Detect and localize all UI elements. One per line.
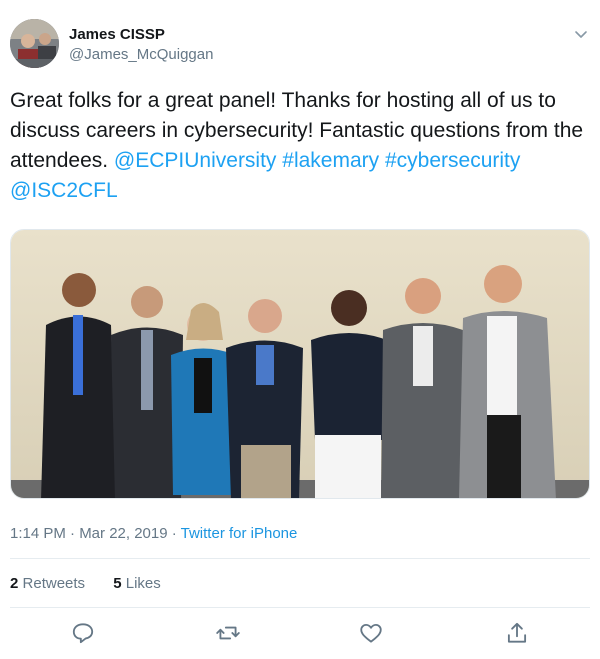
retweet-icon[interactable]: [215, 620, 241, 646]
tweet-card: James CISSP @James_McQuiggan Great folks…: [0, 0, 600, 659]
retweets-count: 2: [10, 575, 19, 592]
likes-label: Likes: [125, 575, 161, 592]
tweet-text: Great folks for a great panel! Thanks fo…: [10, 86, 590, 206]
likes-count: 5: [113, 575, 122, 592]
retweets-label: Retweets: [22, 575, 86, 592]
share-icon[interactable]: [504, 620, 530, 646]
author-display-name[interactable]: James CISSP: [69, 25, 213, 45]
tweet-timestamp[interactable]: 1:14 PM · Mar 22, 2019 ·: [10, 525, 181, 542]
tweet-actions: [0, 620, 600, 648]
tweet-meta: 1:14 PM · Mar 22, 2019 · Twitter for iPh…: [10, 524, 297, 544]
mention-ecpi-university[interactable]: @ECPIUniversity: [114, 149, 277, 172]
retweets-stat[interactable]: 2 Retweets: [10, 574, 85, 594]
divider: [10, 607, 590, 608]
divider: [10, 558, 590, 559]
hashtag-lakemary[interactable]: #lakemary: [282, 149, 379, 172]
author-handle[interactable]: @James_McQuiggan: [69, 45, 213, 65]
hashtag-cybersecurity[interactable]: #cybersecurity: [385, 149, 520, 172]
author-info: James CISSP @James_McQuiggan: [69, 25, 213, 65]
tweet-photo[interactable]: [10, 229, 590, 499]
likes-stat[interactable]: 5 Likes: [113, 574, 161, 594]
mention-isc2cfl[interactable]: @ISC2CFL: [10, 179, 118, 202]
reply-icon[interactable]: [70, 620, 96, 646]
tweet-header: James CISSP @James_McQuiggan: [10, 19, 590, 69]
chevron-down-icon[interactable]: [572, 25, 590, 43]
avatar[interactable]: [10, 19, 59, 68]
heart-icon[interactable]: [358, 620, 384, 646]
tweet-source[interactable]: Twitter for iPhone: [181, 525, 298, 542]
tweet-stats: 2 Retweets 5 Likes: [10, 574, 185, 594]
